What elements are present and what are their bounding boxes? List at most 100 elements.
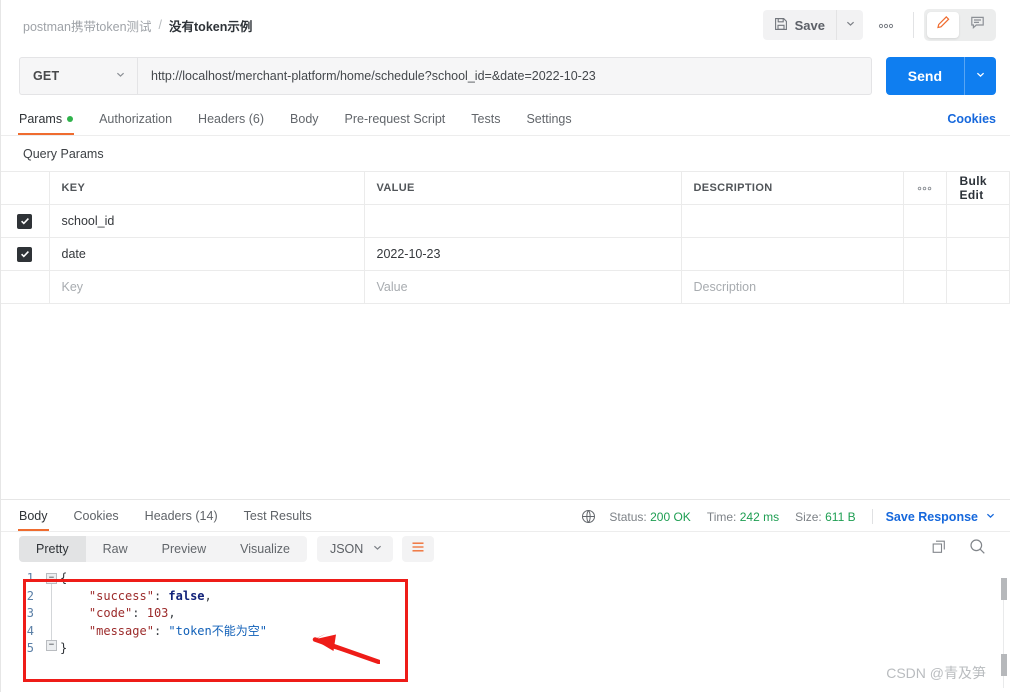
new-param-value-input[interactable]: Value bbox=[363, 270, 682, 304]
view-tab-preview[interactable]: Preview bbox=[145, 536, 223, 562]
param-enabled-checkbox[interactable] bbox=[17, 246, 33, 262]
send-options-button[interactable] bbox=[964, 57, 996, 95]
size-indicator: Size: 611 B bbox=[795, 510, 856, 524]
code-fold-gutter[interactable]: − − bbox=[43, 570, 60, 658]
param-description-input[interactable] bbox=[680, 204, 904, 238]
floppy-disk-icon bbox=[774, 17, 788, 34]
wrap-lines-button[interactable] bbox=[402, 536, 435, 562]
row-trailing-cell bbox=[945, 204, 1010, 238]
table-options-button[interactable] bbox=[902, 171, 947, 205]
json-open-brace: { bbox=[60, 571, 68, 585]
save-button-label: Save bbox=[794, 17, 825, 33]
three-dots-icon bbox=[878, 16, 894, 34]
pencil-icon bbox=[936, 15, 951, 35]
url-input[interactable]: http://localhost/merchant-platform/home/… bbox=[137, 57, 872, 95]
tab-params[interactable]: Params bbox=[17, 112, 75, 135]
three-dots-icon bbox=[917, 182, 932, 194]
new-param-description-input[interactable]: Description bbox=[680, 270, 904, 304]
view-tab-pretty[interactable]: Pretty bbox=[19, 536, 86, 562]
url-row: GET http://localhost/merchant-platform/h… bbox=[1, 50, 1010, 102]
query-params-table: KEY VALUE DESCRIPTION Bulk Edit school_i… bbox=[1, 171, 1010, 304]
bulk-edit-button[interactable]: Bulk Edit bbox=[960, 174, 987, 202]
json-key-code: "code" bbox=[88, 606, 133, 620]
response-body-viewer[interactable]: 1 2 3 4 5 − − { "success": false, "code"… bbox=[1, 566, 1010, 690]
edit-mode-button[interactable] bbox=[927, 12, 959, 38]
table-header-row: KEY VALUE DESCRIPTION Bulk Edit bbox=[1, 171, 1010, 205]
breadcrumb-collection[interactable]: postman携带token测试 bbox=[23, 16, 152, 35]
breadcrumb-request[interactable]: 没有token示例 bbox=[169, 16, 252, 35]
param-value-input[interactable] bbox=[363, 204, 682, 238]
column-header-description: DESCRIPTION bbox=[680, 171, 904, 205]
json-line-2: "success": false, bbox=[60, 588, 1010, 606]
request-tabs: Params Authorization Headers (6) Body Pr… bbox=[1, 102, 1010, 136]
line-number: 5 bbox=[26, 641, 34, 655]
param-key-input[interactable]: school_id bbox=[48, 204, 365, 238]
response-scrollbar[interactable] bbox=[1001, 578, 1007, 688]
comment-mode-button[interactable] bbox=[961, 12, 993, 38]
status-value: 200 OK bbox=[650, 509, 691, 524]
row-spacer-cell bbox=[902, 204, 947, 238]
view-tab-raw[interactable]: Raw bbox=[86, 536, 145, 562]
status-label: Status: bbox=[609, 509, 647, 524]
response-tab-test-results[interactable]: Test Results bbox=[244, 509, 312, 531]
search-response-button[interactable] bbox=[969, 538, 986, 560]
tab-headers[interactable]: Headers (6) bbox=[198, 112, 264, 135]
response-tab-body[interactable]: Body bbox=[18, 509, 48, 531]
json-colon: : bbox=[153, 588, 169, 603]
cookies-link[interactable]: Cookies bbox=[947, 112, 996, 135]
response-tab-headers[interactable]: Headers (14) bbox=[145, 509, 218, 531]
scrollbar-thumb-secondary[interactable] bbox=[1001, 654, 1007, 676]
tab-pre-request-script[interactable]: Pre-request Script bbox=[345, 112, 446, 135]
scrollbar-thumb[interactable] bbox=[1001, 578, 1007, 600]
response-format-select[interactable]: JSON bbox=[316, 536, 394, 562]
json-value-code: 103 bbox=[146, 606, 169, 620]
time-value: 242 ms bbox=[739, 509, 780, 524]
line-number: 3 bbox=[26, 606, 34, 620]
new-param-key-input[interactable]: Key bbox=[48, 270, 365, 304]
row-spacer-cell bbox=[902, 270, 947, 304]
new-param-key-placeholder: Key bbox=[61, 280, 84, 294]
json-key-success: "success" bbox=[88, 588, 154, 603]
csdn-watermark: CSDN @青及笋 bbox=[886, 665, 986, 681]
toolbar-divider bbox=[913, 12, 914, 38]
breadcrumb: postman携带token测试 / 没有token示例 bbox=[23, 16, 252, 35]
json-comma: , bbox=[204, 588, 212, 603]
json-line-3: "code": 103, bbox=[60, 605, 1010, 623]
save-response-button[interactable]: Save Response bbox=[886, 510, 996, 524]
param-description-input[interactable] bbox=[680, 237, 904, 271]
row-spacer-cell bbox=[902, 237, 947, 271]
save-response-label: Save Response bbox=[885, 509, 978, 524]
response-view-tabs: Pretty Raw Preview Visualize bbox=[19, 536, 307, 562]
tab-tests[interactable]: Tests bbox=[471, 112, 500, 135]
response-tab-cookies[interactable]: Cookies bbox=[74, 509, 119, 531]
response-meta: Status: 200 OK Time: 242 ms Size: 611 B … bbox=[581, 509, 996, 531]
size-label: Size: bbox=[795, 509, 822, 524]
json-line-5: } bbox=[60, 640, 1010, 658]
view-tab-visualize[interactable]: Visualize bbox=[223, 536, 307, 562]
param-key-input[interactable]: date bbox=[48, 237, 365, 271]
param-value-input[interactable]: 2022-10-23 bbox=[363, 237, 682, 271]
tab-body[interactable]: Body bbox=[290, 112, 319, 135]
http-method-select[interactable]: GET bbox=[19, 57, 137, 95]
save-button[interactable]: Save bbox=[763, 10, 836, 40]
query-params-title: Query Params bbox=[23, 147, 104, 161]
wrap-lines-icon bbox=[411, 540, 425, 558]
copy-button[interactable] bbox=[931, 539, 947, 560]
param-enabled-checkbox[interactable] bbox=[17, 213, 33, 229]
fold-toggle-open-icon[interactable]: − bbox=[46, 573, 57, 584]
json-lines: { "success": false, "code": 103, "messag… bbox=[60, 570, 1010, 658]
view-toggle-group bbox=[924, 9, 996, 41]
tab-settings[interactable]: Settings bbox=[526, 112, 571, 135]
copy-icon bbox=[931, 539, 947, 560]
select-all-cell bbox=[1, 171, 50, 205]
send-button-group: Send bbox=[885, 57, 996, 95]
send-button[interactable]: Send bbox=[886, 57, 964, 95]
globe-icon[interactable] bbox=[581, 509, 596, 524]
tab-authorization[interactable]: Authorization bbox=[99, 112, 172, 135]
response-format-value: JSON bbox=[329, 542, 364, 556]
comment-icon bbox=[970, 15, 985, 35]
request-more-actions-button[interactable] bbox=[869, 10, 903, 40]
save-options-button[interactable] bbox=[836, 10, 863, 40]
table-row: date 2022-10-23 bbox=[1, 237, 1010, 271]
fold-end-icon: − bbox=[46, 639, 57, 651]
